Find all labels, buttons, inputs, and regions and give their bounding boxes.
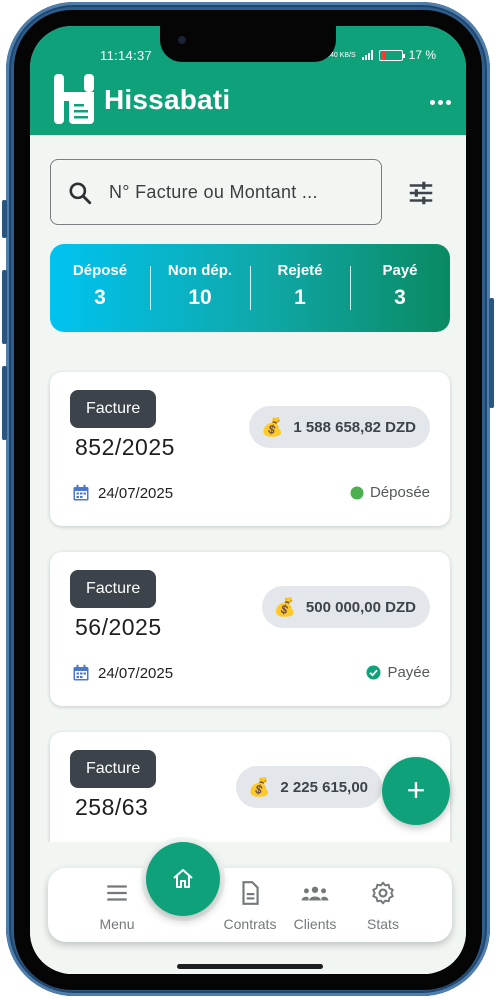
- nav-contracts[interactable]: Contrats: [215, 876, 285, 932]
- more-horizontal-icon: [429, 99, 435, 105]
- stat-value: 10: [188, 286, 212, 309]
- app-title: Hissabati: [104, 84, 231, 115]
- invoice-stats-band: Déposé 3 Non dép. 10 Rejeté 1 Payé 3: [50, 244, 450, 332]
- stat-label: Déposé: [72, 262, 128, 279]
- invoice-card[interactable]: Facture 852/2025 💰 1 588 658,82 DZD 24/0…: [50, 372, 450, 526]
- stat-paid[interactable]: Payé 3: [350, 262, 450, 310]
- document-icon: [242, 881, 259, 905]
- money-bag-icon: 💰: [248, 776, 271, 797]
- amount-text: 500 000,00 DZD: [305, 598, 416, 616]
- invoice-number: 852/2025: [75, 434, 175, 460]
- stat-not-deposited[interactable]: Non dép. 10: [150, 262, 250, 310]
- date-text: 24/07/2025: [98, 484, 174, 502]
- signal-icon: [361, 50, 373, 60]
- search-placeholder: N° Facture ou Montant ...: [109, 182, 318, 202]
- phone-volume-down: [2, 366, 7, 440]
- battery-icon: [378, 49, 405, 61]
- app-logo-icon: [54, 74, 94, 124]
- nav-label: Menu: [99, 916, 135, 932]
- nav-label: Contrats: [223, 916, 277, 932]
- app-header: 11:14:37 4.40 KB/S 17 % Hissabati: [30, 26, 466, 135]
- invoice-type-badge: Facture: [70, 750, 157, 788]
- stat-rejected[interactable]: Rejeté 1: [250, 262, 350, 310]
- stat-value: 3: [394, 286, 406, 309]
- bottom-navigation: Menu Contrats Clients Stats: [48, 868, 452, 942]
- date-text: 24/07/2025: [98, 664, 174, 682]
- home-button[interactable]: [146, 842, 220, 916]
- status-time: 11:14:37: [100, 48, 153, 63]
- money-bag-icon: 💰: [273, 596, 296, 617]
- money-bag-icon: 💰: [261, 416, 284, 437]
- nav-clients[interactable]: Clients: [280, 876, 350, 932]
- more-options-button[interactable]: [428, 90, 452, 114]
- battery-level: 17 %: [408, 48, 436, 62]
- nav-menu[interactable]: Menu: [82, 876, 152, 932]
- amount-text: 1 588 658,82 DZD: [293, 418, 416, 436]
- invoice-card[interactable]: Facture 56/2025 💰 500 000,00 DZD 24/07/2…: [50, 552, 450, 706]
- invoice-date: 24/07/2025: [72, 484, 173, 502]
- stat-deposited[interactable]: Déposé 3: [50, 262, 150, 310]
- search-icon: [69, 182, 92, 205]
- status-text: Payée: [387, 664, 430, 681]
- invoice-status: Déposée: [350, 484, 430, 501]
- invoice-date: 24/07/2025: [72, 664, 173, 682]
- camera-icon: [178, 36, 186, 44]
- phone-power-button: [489, 298, 494, 408]
- stat-value: 3: [94, 286, 106, 309]
- nav-label: Clients: [293, 916, 337, 932]
- filter-tune-icon[interactable]: [406, 178, 436, 208]
- check-circle-icon: [366, 665, 381, 680]
- stat-label: Non dép.: [167, 262, 233, 279]
- add-invoice-button[interactable]: +: [382, 757, 450, 825]
- stat-label: Rejeté: [277, 262, 323, 279]
- status-indicators: 4.40 KB/S 17 %: [324, 48, 436, 62]
- amount-text: 2 225 615,00: [280, 778, 369, 796]
- stat-label: Payé: [382, 262, 418, 279]
- invoice-type-badge: Facture: [70, 570, 157, 608]
- invoice-status: Payée: [366, 664, 430, 681]
- invoice-number: 258/63: [75, 794, 149, 820]
- group-icon: [301, 886, 329, 901]
- home-icon: [173, 869, 193, 888]
- phone-side-button: [2, 200, 7, 238]
- invoice-amount: 💰 500 000,00 DZD: [261, 586, 430, 628]
- menu-icon: [107, 885, 127, 901]
- search-input[interactable]: N° Facture ou Montant ...: [50, 159, 382, 225]
- calendar-icon: [73, 484, 89, 501]
- invoice-type-badge: Facture: [70, 390, 157, 428]
- nav-label: Stats: [367, 916, 399, 932]
- gear-icon: [372, 881, 394, 905]
- invoice-amount: 💰 2 225 615,00: [236, 766, 383, 808]
- invoice-amount: 💰 1 588 658,82 DZD: [249, 406, 430, 448]
- nav-stats[interactable]: Stats: [348, 876, 418, 932]
- status-dot-icon: [350, 486, 364, 499]
- stat-value: 1: [294, 286, 306, 309]
- home-indicator: [177, 964, 323, 969]
- status-text: Déposée: [369, 484, 430, 501]
- phone-volume-up: [2, 270, 7, 344]
- calendar-icon: [73, 664, 89, 681]
- app-screen: 11:14:37 4.40 KB/S 17 % Hissabati N° Fac…: [30, 26, 466, 974]
- camera-notch: [160, 26, 336, 62]
- invoice-number: 56/2025: [75, 614, 162, 640]
